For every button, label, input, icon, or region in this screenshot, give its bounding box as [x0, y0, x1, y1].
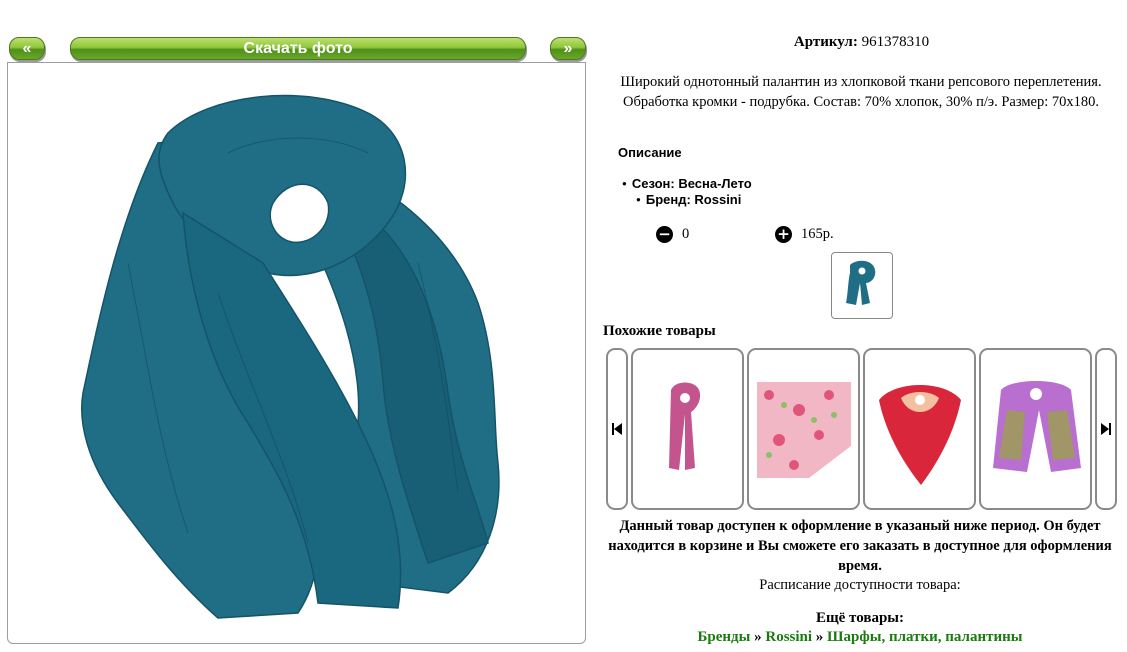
- season-item: Сезон: Весна-Лето: [622, 176, 752, 192]
- download-photo-button[interactable]: Скачать фото: [70, 37, 526, 60]
- properties-list: Сезон: Весна-Лето Бренд: Rossini: [622, 176, 752, 208]
- photo-thumbnail[interactable]: [831, 252, 893, 319]
- skip-back-icon: [612, 423, 622, 435]
- prev-photo-button[interactable]: «: [9, 37, 45, 60]
- similar-heading: Похожие товары: [603, 323, 716, 339]
- similar-item[interactable]: [979, 348, 1092, 510]
- red-scarf-image: [879, 385, 961, 485]
- skip-forward-icon: [1101, 423, 1111, 435]
- availability-notice: Данный товар доступен к оформление в ука…: [608, 518, 1112, 574]
- similar-item[interactable]: [863, 348, 976, 510]
- crumb-separator: »: [754, 629, 762, 645]
- quantity-value: 0: [682, 226, 690, 242]
- breadcrumb: Бренды » Rossini » Шарфы, платки, палант…: [590, 629, 1127, 646]
- crumb-category-link[interactable]: Шарфы, платки, палантины: [827, 629, 1022, 645]
- crumb-brands-link[interactable]: Бренды: [698, 629, 751, 645]
- plus-icon[interactable]: +: [775, 226, 792, 243]
- price-value: 165р.: [801, 226, 834, 242]
- product-description: Широкий однотонный палантин из хлопковой…: [620, 74, 1102, 110]
- schedule-label: Расписание доступности товара:: [759, 577, 961, 593]
- crumb-brand-link[interactable]: Rossini: [765, 629, 812, 645]
- quantity-control: − 0: [656, 226, 689, 243]
- lilac-scarf-image: [993, 381, 1081, 472]
- pink-scarf-image: [669, 382, 701, 470]
- crumb-separator: »: [815, 629, 824, 645]
- similar-item[interactable]: [631, 348, 744, 510]
- sku-value: 961378310: [861, 34, 930, 50]
- similar-item[interactable]: [747, 348, 860, 510]
- minus-icon[interactable]: −: [656, 226, 673, 243]
- floral-scarf-image: [757, 382, 851, 478]
- product-photo: [7, 62, 586, 644]
- next-photo-button[interactable]: »: [550, 37, 586, 60]
- sku-label: Артикул:: [793, 34, 858, 50]
- scarf-image: [81, 94, 500, 619]
- add-control: + 165р.: [775, 226, 834, 243]
- carousel-prev-button[interactable]: [606, 348, 628, 510]
- sku-line: Артикул: 961378310: [620, 34, 1103, 51]
- scarf-thumb-icon: [846, 260, 876, 305]
- more-products-heading: Ещё товары:: [815, 610, 905, 626]
- carousel-next-button[interactable]: [1095, 348, 1117, 510]
- brand-item: Бренд: Rossini: [636, 192, 752, 208]
- description-heading: Описание: [618, 145, 682, 160]
